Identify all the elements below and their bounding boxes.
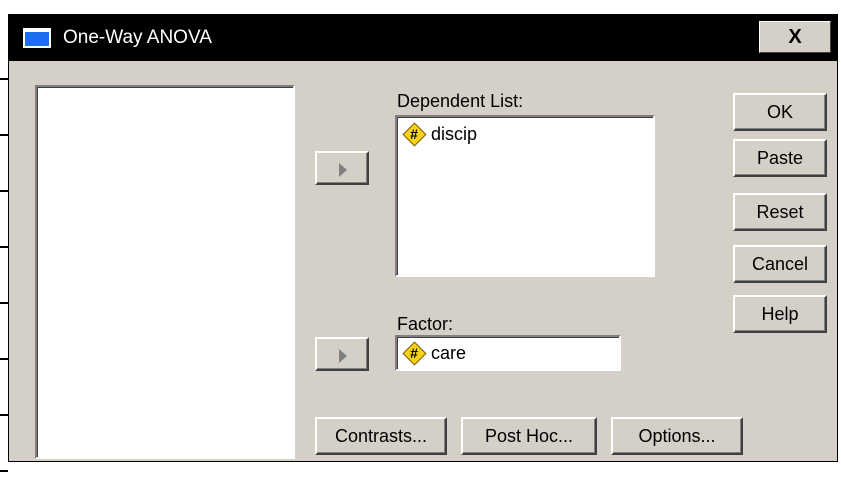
contrasts-button[interactable]: Contrasts...	[315, 417, 447, 455]
reset-button[interactable]: Reset	[733, 193, 827, 231]
edge-tick	[0, 414, 8, 416]
one-way-anova-dialog: One-Way ANOVA X Dependent List: # discip…	[8, 14, 838, 462]
cancel-button[interactable]: Cancel	[733, 245, 827, 283]
dependent-list-item[interactable]: # discip	[402, 122, 478, 147]
left-edge	[0, 0, 8, 486]
edge-tick	[0, 78, 8, 80]
edge-tick	[0, 246, 8, 248]
scale-variable-icon: #	[402, 341, 427, 366]
paste-button[interactable]: Paste	[733, 139, 827, 177]
edge-tick	[0, 358, 8, 360]
factor-label: Factor:	[397, 314, 454, 334]
close-icon: X	[788, 25, 802, 48]
dependent-list-label: Dependent List:	[397, 91, 524, 111]
close-button[interactable]: X	[759, 21, 831, 53]
edge-tick	[0, 134, 8, 136]
move-to-factor-button[interactable]	[315, 337, 369, 371]
options-button[interactable]: Options...	[611, 417, 743, 455]
window-icon	[23, 28, 51, 48]
scale-variable-icon: #	[402, 122, 427, 147]
post-hoc-button[interactable]: Post Hoc...	[461, 417, 597, 455]
dependent-list-box[interactable]: # discip	[395, 115, 655, 277]
dependent-variable-name: discip	[431, 123, 478, 144]
factor-variable-name: care	[431, 342, 467, 363]
edge-tick	[0, 470, 8, 472]
window-title: One-Way ANOVA	[63, 27, 212, 48]
move-to-dependent-button[interactable]	[315, 151, 369, 185]
edge-tick	[0, 302, 8, 304]
edge-tick	[0, 190, 8, 192]
factor-field[interactable]: # care	[395, 335, 621, 371]
source-variable-list[interactable]	[35, 85, 295, 459]
title-bar[interactable]: One-Way ANOVA X	[9, 15, 837, 61]
help-button[interactable]: Help	[733, 295, 827, 333]
factor-item[interactable]: # care	[402, 341, 467, 366]
ok-button[interactable]: OK	[733, 93, 827, 131]
